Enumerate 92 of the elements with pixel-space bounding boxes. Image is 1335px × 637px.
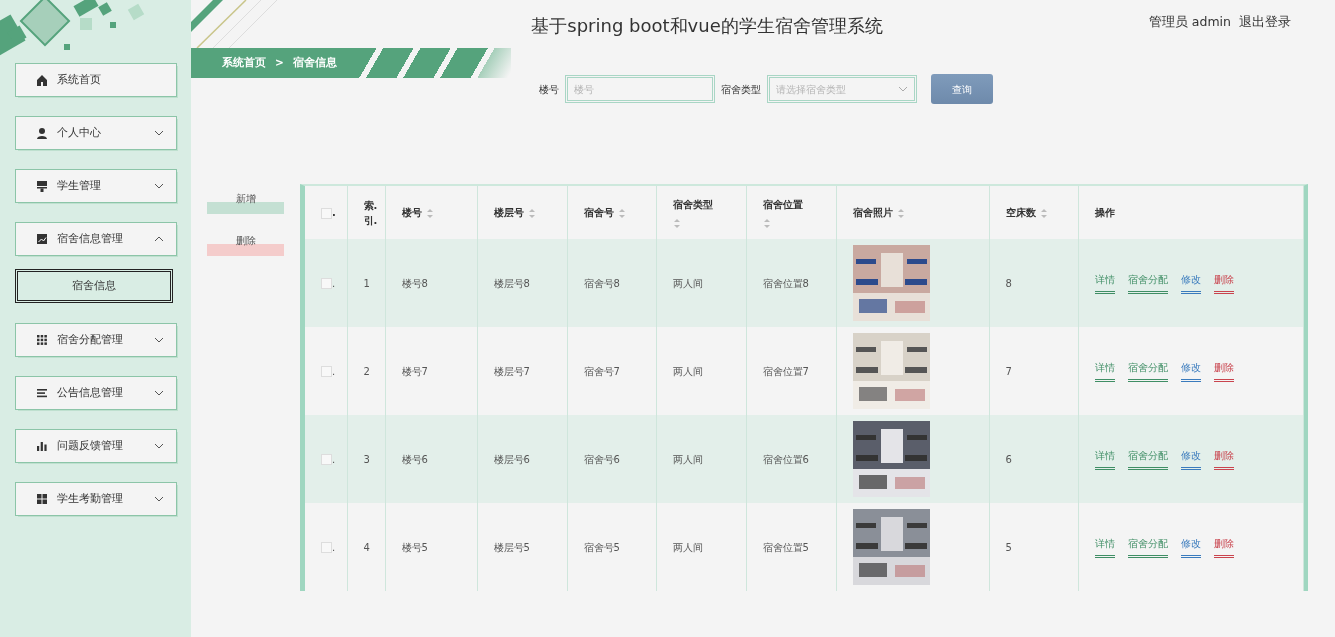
edit-link[interactable]: 修改	[1180, 360, 1201, 382]
table-cell: 楼号6	[401, 453, 428, 465]
cell-text: .	[332, 365, 336, 377]
assign-link[interactable]: 宿舍分配	[1127, 536, 1168, 558]
column-header: 宿舍类型	[672, 199, 713, 211]
table-cell: 3	[363, 453, 370, 465]
cell-text: .	[332, 453, 336, 465]
column-header: 宿舍照片	[852, 207, 893, 218]
column-header: 空床数	[1005, 207, 1036, 218]
table-cell: 宿舍号5	[583, 541, 620, 553]
breadcrumb-current: 宿舍信息	[292, 55, 337, 71]
checkbox[interactable]	[321, 207, 332, 219]
detail-link[interactable]: 详情	[1094, 448, 1115, 470]
table-cell: 4	[363, 541, 370, 553]
checkbox[interactable]	[321, 542, 332, 553]
cell-text: .	[332, 277, 336, 289]
page-title: 基于spring boot和vue的学生宿舍管理系统	[531, 14, 883, 38]
header-text: .	[332, 207, 336, 218]
column-header: 宿舍号	[583, 207, 614, 218]
column-header: 操作	[1094, 207, 1115, 218]
checkbox[interactable]	[321, 278, 332, 289]
stamp-icon	[36, 180, 48, 192]
delete-link[interactable]: 删除	[1213, 272, 1234, 294]
detail-link[interactable]: 详情	[1094, 272, 1115, 294]
field-label: 楼号	[539, 82, 559, 97]
tiles-icon	[36, 493, 48, 505]
list-icon	[36, 387, 48, 399]
sidebar-item[interactable]: 个人中心	[15, 116, 177, 150]
bar-chart-icon	[36, 440, 48, 452]
column-header: 宿舍位置	[762, 199, 803, 211]
table-cell: 宿舍位置6	[762, 453, 809, 465]
delete-link[interactable]: 删除	[1213, 536, 1234, 558]
field-label: 宿舍类型	[721, 82, 761, 97]
breadcrumb-separator: >	[275, 55, 284, 71]
table-cell: 楼层号5	[493, 541, 530, 553]
delete-link[interactable]: 删除	[1213, 448, 1234, 470]
table-cell: 7	[1005, 365, 1012, 377]
table-cell: 8	[1005, 277, 1012, 289]
detail-link[interactable]: 详情	[1094, 536, 1115, 558]
breadcrumb-link[interactable]: 系统首页	[222, 55, 266, 71]
add-button[interactable]: 新增	[207, 192, 284, 214]
table-cell: 楼号8	[401, 277, 428, 289]
table-cell: 楼号7	[401, 365, 428, 377]
table-cell: 楼号5	[401, 541, 428, 553]
checkbox[interactable]	[321, 454, 332, 465]
table-cell: 两人间	[672, 365, 703, 377]
table-cell: 两人间	[672, 277, 703, 289]
table-cell: 宿舍号6	[583, 453, 620, 465]
sidebar-item[interactable]: 学生管理	[15, 169, 177, 203]
user-label: 管理员 admin	[1148, 13, 1231, 31]
table-cell: 两人间	[672, 453, 703, 465]
table-cell: 楼层号7	[493, 365, 530, 377]
column-header: 楼层号	[493, 207, 524, 218]
checkbox[interactable]	[321, 366, 332, 377]
search-button[interactable]: 查询	[931, 74, 993, 104]
detail-link[interactable]: 详情	[1094, 360, 1115, 382]
table-cell: 楼层号8	[493, 277, 530, 289]
table-cell: 宿舍位置8	[762, 277, 809, 289]
table-cell: 宿舍位置7	[762, 365, 809, 377]
table-cell: 两人间	[672, 541, 703, 553]
sidebar-item[interactable]: 公告信息管理	[15, 376, 177, 410]
table-cell: 宿舍号7	[583, 365, 620, 377]
sidebar-item[interactable]: 系统首页	[15, 63, 177, 97]
chevron-down-icon	[898, 84, 908, 94]
edit-link[interactable]: 修改	[1180, 272, 1201, 294]
sidebar-item[interactable]: 学生考勤管理	[15, 482, 177, 516]
table-cell: 宿舍位置5	[762, 541, 809, 553]
delete-link[interactable]: 删除	[1213, 360, 1234, 382]
table-cell: 楼层号6	[493, 453, 530, 465]
column-header: 索. 引.	[363, 198, 378, 228]
submenu-item[interactable]: 宿舍信息	[15, 269, 173, 303]
table-cell: 宿舍号8	[583, 277, 620, 289]
user-icon	[36, 127, 48, 139]
sidebar-item[interactable]: 宿舍分配管理	[15, 323, 177, 357]
sidebar-item[interactable]: 宿舍信息管理	[15, 222, 177, 256]
table-cell: 2	[363, 365, 370, 377]
assign-link[interactable]: 宿舍分配	[1127, 448, 1168, 470]
logout-link[interactable]: 退出登录	[1239, 13, 1291, 32]
cell-text: .	[332, 541, 336, 553]
column-header: 楼号	[401, 207, 422, 218]
edit-link[interactable]: 修改	[1180, 448, 1201, 470]
chart-icon	[36, 233, 48, 245]
grid-icon	[36, 334, 48, 346]
home-icon	[36, 74, 48, 86]
table-cell: 1	[363, 277, 370, 289]
table-cell: 5	[1005, 541, 1012, 553]
table-cell: 6	[1005, 453, 1012, 465]
assign-link[interactable]: 宿舍分配	[1127, 272, 1168, 294]
delete-button[interactable]: 删除	[207, 234, 284, 256]
edit-link[interactable]: 修改	[1180, 536, 1201, 558]
assign-link[interactable]: 宿舍分配	[1127, 360, 1168, 382]
sidebar-item[interactable]: 问题反馈管理	[15, 429, 177, 463]
